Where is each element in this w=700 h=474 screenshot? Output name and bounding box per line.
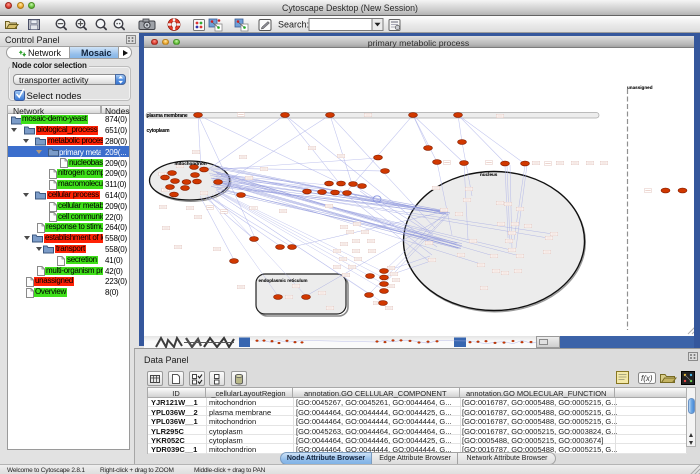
svg-text:Search:: Search: bbox=[278, 20, 309, 30]
svg-text:nucleus: nucleus bbox=[480, 172, 498, 177]
svg-text:endoplasmic reticulum: endoplasmic reticulum bbox=[259, 278, 308, 283]
svg-text:unassigned: unassigned bbox=[627, 85, 653, 90]
svg-text:plasma membrane: plasma membrane bbox=[147, 113, 188, 119]
svg-text:f(x): f(x) bbox=[641, 374, 653, 383]
svg-text:mitochondrion: mitochondrion bbox=[175, 161, 207, 166]
svg-text:cytoplasm: cytoplasm bbox=[147, 128, 171, 134]
